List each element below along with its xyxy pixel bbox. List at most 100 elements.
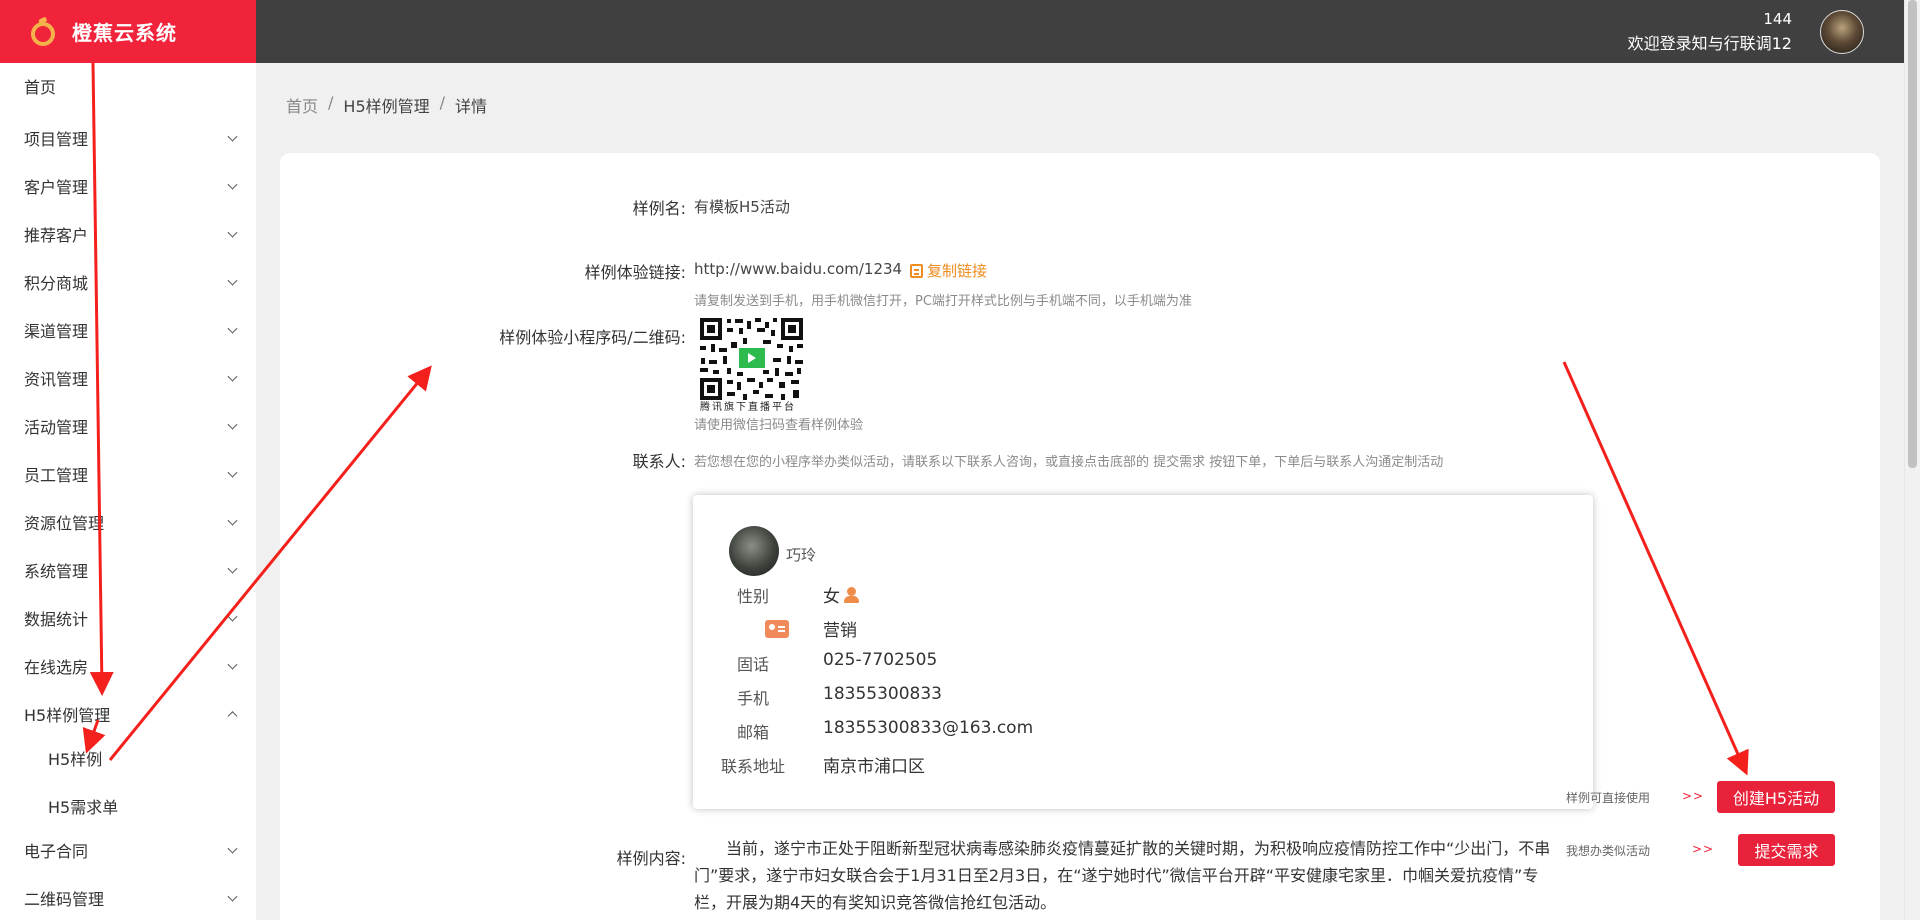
chevron-down-icon [227, 179, 238, 190]
sidebar: 首页 项目管理 客户管理 推荐客户 积分商城 渠道管理 资讯管理 活动管理 员工… [0, 63, 256, 920]
sidebar-item-label: 活动管理 [24, 418, 89, 437]
address-value: 南京市浦口区 [823, 757, 925, 777]
chevron-down-icon [227, 515, 238, 526]
sidebar-item-label: H5样例 [48, 750, 103, 769]
phone-value: 025-7702505 [823, 650, 938, 670]
sidebar-item-projects[interactable]: 项目管理 [0, 118, 256, 158]
sidebar-item-label: 积分商城 [24, 274, 89, 293]
sidebar-item-channels[interactable]: 渠道管理 [0, 310, 256, 350]
sample-link-value[interactable]: http://www.baidu.com/1234 [694, 260, 902, 278]
user-avatar[interactable] [1820, 10, 1864, 54]
copy-icon [910, 263, 923, 278]
qr-hint: 请使用微信扫码查看样例体验 [694, 418, 864, 433]
contact-avatar [729, 526, 779, 576]
contact-label: 联系人: [632, 452, 686, 471]
sidebar-item-qrcodes[interactable]: 二维码管理 [0, 878, 256, 918]
sidebar-item-customers[interactable]: 客户管理 [0, 166, 256, 206]
email-label: 邮箱 [736, 723, 769, 742]
breadcrumb: 首页 / H5样例管理 / 详情 [286, 93, 487, 117]
sample-name-value: 有模板H5活动 [694, 198, 790, 216]
sidebar-item-home[interactable]: 首页 [0, 66, 256, 106]
sidebar-item-label: 在线选房 [24, 658, 89, 677]
sample-content-text: 当前，遂宁市正处于阻断新型冠状病毒感染肺炎疫情蔓延扩散的关键时期，为积极响应疫情… [694, 839, 1551, 912]
chevron-down-icon [227, 275, 238, 286]
scrollbar-thumb[interactable] [1908, 0, 1917, 468]
sidebar-item-points-mall[interactable]: 积分商城 [0, 262, 256, 302]
sidebar-item-label: 系统管理 [24, 562, 89, 581]
sample-name-label: 样例名: [632, 199, 686, 218]
breadcrumb-separator: / [328, 93, 334, 112]
create-arrow: >> [1682, 789, 1705, 803]
sidebar-item-h5-samples[interactable]: H5样例管理 [0, 694, 256, 734]
sidebar-subitem-h5-sample[interactable]: H5样例 [0, 738, 256, 778]
chevron-down-icon [227, 563, 238, 574]
submit-hint: 我想办类似活动 [1566, 844, 1651, 858]
copy-link-label: 复制链接 [927, 262, 988, 280]
sidebar-item-label: 电子合同 [24, 842, 89, 861]
chevron-down-icon [227, 323, 238, 334]
submit-request-button[interactable]: 提交需求 [1738, 834, 1835, 866]
gender-text: 女 [823, 587, 840, 607]
contact-name: 巧玲 [786, 546, 817, 564]
chevron-down-icon [227, 467, 238, 478]
notification-count[interactable]: 144 [1763, 10, 1792, 28]
sidebar-item-label: 资讯管理 [24, 370, 89, 389]
phone-label: 固话 [736, 655, 769, 674]
orange-logo-icon [31, 16, 55, 46]
role-value: 营销 [823, 621, 857, 641]
breadcrumb-section[interactable]: H5样例管理 [343, 93, 429, 117]
chevron-down-icon [227, 891, 238, 902]
sidebar-item-online-rooms[interactable]: 在线选房 [0, 646, 256, 686]
sidebar-item-news[interactable]: 资讯管理 [0, 358, 256, 398]
contact-card: 巧玲 性别 女 营销 固话 025-7702505 手机 18355300833… [693, 495, 1593, 809]
sidebar-item-activities[interactable]: 活动管理 [0, 406, 256, 446]
create-h5-activity-button[interactable]: 创建H5活动 [1717, 781, 1835, 813]
chevron-down-icon [227, 131, 238, 142]
sidebar-item-label: 资源位管理 [24, 514, 105, 533]
chevron-down-icon [227, 419, 238, 430]
breadcrumb-home[interactable]: 首页 [286, 93, 318, 117]
chevron-down-icon [227, 611, 238, 622]
submit-arrow: >> [1692, 842, 1715, 856]
sidebar-item-label: 数据统计 [24, 610, 89, 629]
email-value: 18355300833@163.com [823, 718, 1034, 738]
sidebar-item-statistics[interactable]: 数据统计 [0, 598, 256, 638]
sidebar-item-label: 项目管理 [24, 130, 89, 149]
sidebar-item-label: 员工管理 [24, 466, 89, 485]
chevron-up-icon [227, 711, 238, 722]
id-card-icon [765, 620, 789, 638]
chevron-down-icon [227, 659, 238, 670]
create-hint: 样例可直接使用 [1566, 791, 1651, 805]
app-title: 橙蕉云系统 [72, 21, 177, 45]
sidebar-item-label: 首页 [24, 78, 57, 97]
sidebar-item-label: H5需求单 [48, 798, 119, 817]
welcome-text: 欢迎登录知与行联调12 [1627, 34, 1792, 53]
mobile-label: 手机 [736, 689, 769, 708]
app-logo[interactable]: 橙蕉云系统 [0, 0, 256, 63]
chevron-down-icon [227, 371, 238, 382]
sidebar-item-contracts[interactable]: 电子合同 [0, 830, 256, 870]
sidebar-item-staff[interactable]: 员工管理 [0, 454, 256, 494]
contact-hint: 若您想在您的小程序举办类似活动，请联系以下联系人咨询，或直接点击底部的 提交需求… [694, 455, 1444, 470]
gender-value: 女 [823, 582, 859, 607]
sidebar-item-label: 二维码管理 [24, 890, 105, 909]
address-label: 联系地址 [720, 757, 785, 776]
link-hint: 请复制发送到手机，用手机微信打开，PC端打开样式比例与手机端不同，以手机端为准 [694, 294, 1192, 309]
qr-label: 样例体验小程序码/二维码: [499, 328, 686, 347]
sidebar-item-system[interactable]: 系统管理 [0, 550, 256, 590]
qr-caption: 腾讯旗下直播平台 [700, 402, 796, 413]
page-scrollbar[interactable] [1904, 0, 1920, 920]
sidebar-item-label: 渠道管理 [24, 322, 89, 341]
sidebar-item-resources[interactable]: 资源位管理 [0, 502, 256, 542]
qr-code-image [697, 316, 807, 402]
breadcrumb-separator: / [439, 93, 446, 112]
sidebar-item-referrals[interactable]: 推荐客户 [0, 214, 256, 254]
sample-link-label: 样例体验链接: [584, 263, 686, 282]
content-label: 样例内容: [616, 849, 686, 868]
female-icon [844, 587, 859, 603]
sidebar-item-label: 推荐客户 [24, 226, 89, 245]
sidebar-subitem-h5-requests[interactable]: H5需求单 [0, 786, 256, 826]
breadcrumb-current: 详情 [455, 97, 488, 116]
copy-link-button[interactable]: 复制链接 [910, 260, 987, 281]
sidebar-item-label: H5样例管理 [24, 706, 111, 725]
